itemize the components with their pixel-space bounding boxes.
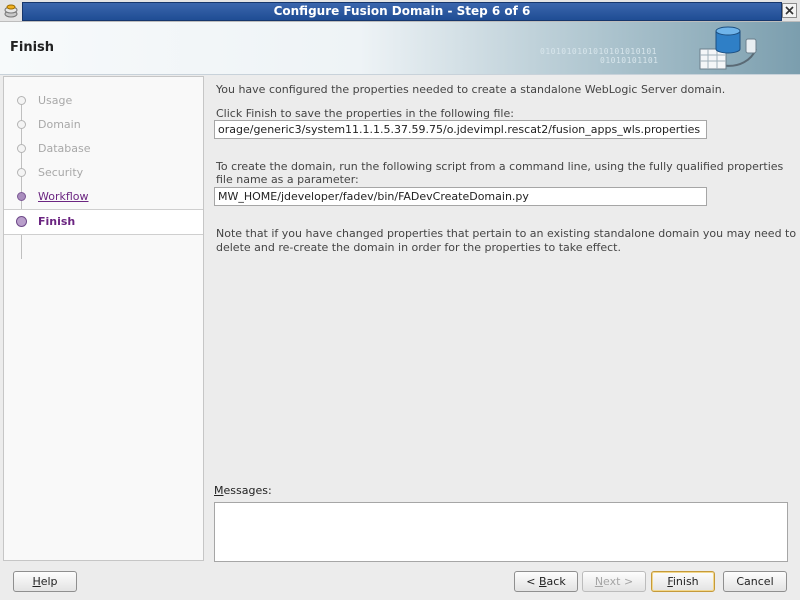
label-rest: inish: [672, 575, 699, 588]
nav-step-finish[interactable]: Finish: [4, 209, 203, 235]
header-band: Finish 0101010101010101010101 0101010110…: [0, 22, 800, 75]
finish-button[interactable]: Finish: [651, 571, 715, 592]
mnemonic: N: [594, 575, 604, 588]
title-bar-strip: Configure Fusion Domain - Step 6 of 6: [22, 2, 782, 21]
binary-decoration: 0101010101010101010101 01010101101: [540, 47, 658, 65]
close-icon[interactable]: [782, 3, 797, 18]
app-menu-icon[interactable]: [3, 3, 19, 19]
step-pending-icon: [17, 120, 26, 129]
nav-step-domain[interactable]: Domain: [4, 113, 203, 137]
title-bar[interactable]: Configure Fusion Domain - Step 6 of 6: [0, 0, 800, 22]
step-current-icon: [16, 216, 27, 227]
label-rest: ext >: [603, 575, 634, 588]
mnemonic: M: [214, 484, 224, 497]
database-server-icon: [699, 26, 757, 70]
messages-label: Messages:: [214, 484, 272, 497]
note-text: Note that if you have changed properties…: [216, 227, 797, 240]
nav-step-label: Finish: [38, 215, 76, 228]
binary-deco-line: 01010101101: [600, 56, 659, 65]
mnemonic: B: [539, 575, 547, 588]
page-title: Finish: [10, 40, 55, 55]
help-button[interactable]: Help: [13, 571, 77, 592]
nav-step-database[interactable]: Database: [4, 137, 203, 161]
step-pending-icon: [17, 96, 26, 105]
step-pending-icon: [17, 144, 26, 153]
nav-step-label: Security: [38, 166, 84, 179]
script-prompt-text: To create the domain, run the following …: [216, 160, 784, 173]
back-button[interactable]: < Back: [514, 571, 578, 592]
script-prompt-text-2: file name as a parameter:: [216, 173, 359, 186]
properties-file-field[interactable]: orage/generic3/system11.1.1.5.37.59.75/o…: [214, 120, 707, 139]
label-rest: ack: [546, 575, 566, 588]
intro-text: You have configured the properties neede…: [216, 83, 726, 96]
window-title: Configure Fusion Domain - Step 6 of 6: [273, 4, 531, 18]
label-rest: essages:: [223, 484, 272, 497]
note-text-2: delete and re-create the domain in order…: [216, 241, 621, 254]
messages-area[interactable]: [214, 502, 788, 562]
nav-step-label: Usage: [38, 94, 73, 107]
wizard-steps-nav: Usage Domain Database Security Workflow …: [3, 76, 204, 561]
cancel-button[interactable]: Cancel: [723, 571, 787, 592]
step-done-icon: [17, 192, 26, 201]
nav-step-label: Database: [38, 142, 91, 155]
nav-step-label: Workflow: [38, 190, 89, 203]
save-prompt-text: Click Finish to save the properties in t…: [216, 107, 514, 120]
nav-step-label: Domain: [38, 118, 81, 131]
script-path-field[interactable]: MW_HOME/jdeveloper/fadev/bin/FADevCreate…: [214, 187, 707, 206]
label-rest: elp: [40, 575, 58, 588]
mnemonic: H: [32, 575, 41, 588]
step-pending-icon: [17, 168, 26, 177]
nav-step-workflow[interactable]: Workflow: [4, 185, 203, 209]
nav-step-security[interactable]: Security: [4, 161, 203, 185]
binary-deco-line: 0101010101010101010101: [540, 47, 657, 56]
label-pre: <: [526, 575, 539, 588]
main-content: You have configured the properties neede…: [207, 76, 800, 562]
nav-step-usage[interactable]: Usage: [4, 89, 203, 113]
next-button[interactable]: Next >: [582, 571, 646, 592]
